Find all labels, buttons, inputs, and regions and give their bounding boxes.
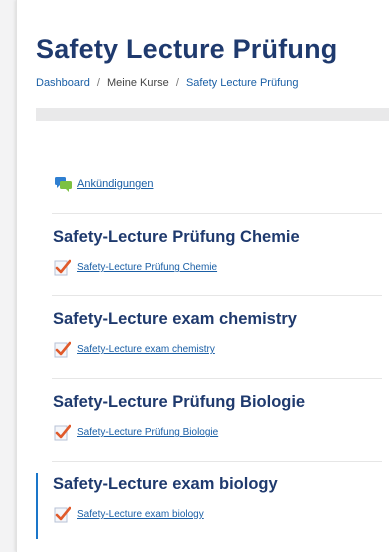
breadcrumb-course[interactable]: Safety Lecture Prüfung bbox=[186, 77, 299, 89]
secondary-navigation-bar bbox=[36, 108, 389, 121]
quiz-icon bbox=[54, 341, 72, 358]
forum-icon bbox=[54, 176, 73, 192]
announcements-link[interactable]: Ankündigungen bbox=[54, 176, 153, 192]
breadcrumb-dashboard[interactable]: Dashboard bbox=[36, 77, 90, 89]
section-divider bbox=[52, 461, 382, 462]
quiz-activity-label: Safety-Lecture exam biology bbox=[77, 509, 204, 520]
quiz-activity-label: Safety-Lecture exam chemistry bbox=[77, 344, 215, 355]
breadcrumb-separator: / bbox=[96, 77, 100, 89]
quiz-activity-link[interactable]: Safety-Lecture exam chemistry bbox=[54, 341, 215, 358]
section-divider bbox=[52, 295, 382, 296]
quiz-icon bbox=[54, 259, 72, 276]
current-section-indicator bbox=[36, 473, 38, 539]
page-title: Safety Lecture Prüfung bbox=[36, 34, 338, 64]
quiz-activity-link[interactable]: Safety-Lecture exam biology bbox=[54, 506, 204, 523]
breadcrumb: Dashboard / Meine Kurse / Safety Lecture… bbox=[36, 77, 298, 89]
section-title[interactable]: Safety-Lecture exam biology bbox=[53, 475, 278, 494]
course-page: Safety Lecture Prüfung Dashboard / Meine… bbox=[16, 0, 389, 552]
breadcrumb-my-courses: Meine Kurse bbox=[107, 77, 169, 89]
quiz-icon bbox=[54, 424, 72, 441]
section-title[interactable]: Safety-Lecture Prüfung Chemie bbox=[53, 228, 300, 247]
announcements-label: Ankündigungen bbox=[77, 178, 154, 190]
section-title[interactable]: Safety-Lecture Prüfung Biologie bbox=[53, 393, 305, 412]
section-divider bbox=[52, 213, 382, 214]
quiz-activity-link[interactable]: Safety-Lecture Prüfung Biologie bbox=[54, 424, 218, 441]
quiz-icon bbox=[54, 506, 72, 523]
quiz-activity-link[interactable]: Safety-Lecture Prüfung Chemie bbox=[54, 259, 217, 276]
quiz-activity-label: Safety-Lecture Prüfung Chemie bbox=[77, 262, 218, 273]
breadcrumb-separator: / bbox=[175, 77, 179, 89]
section-divider bbox=[52, 378, 382, 379]
section-title[interactable]: Safety-Lecture exam chemistry bbox=[53, 310, 297, 329]
quiz-activity-label: Safety-Lecture Prüfung Biologie bbox=[77, 427, 219, 438]
